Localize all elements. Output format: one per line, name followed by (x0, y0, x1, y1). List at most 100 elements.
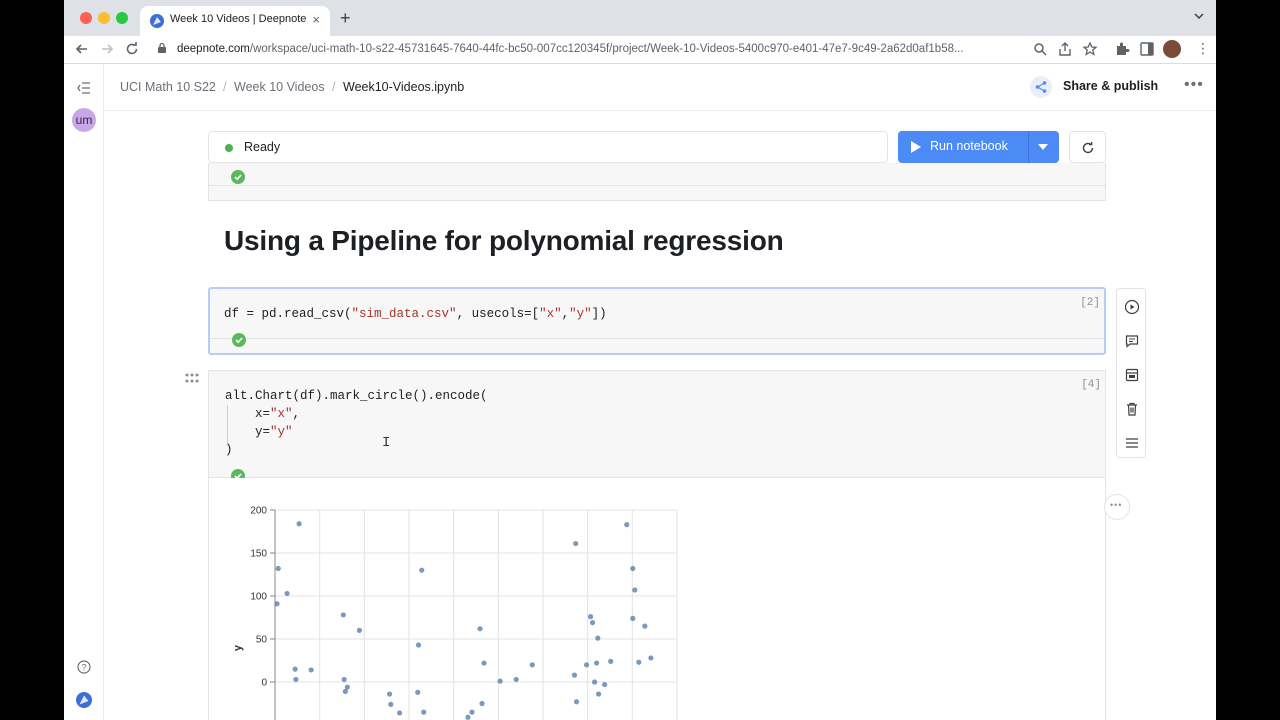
run-notebook-label: Run notebook (930, 139, 1008, 153)
scatter-point (497, 678, 503, 684)
drag-handle-icon[interactable] (184, 372, 200, 384)
scatter-point (388, 701, 394, 707)
y-tick-label: 200 (250, 506, 267, 517)
execution-count: [2] (1080, 297, 1100, 309)
scatter-point (595, 635, 601, 641)
scatter-point (356, 627, 363, 633)
notebook-header: UCI Math 10 S22 / Week 10 Videos / Week1… (104, 64, 1216, 111)
code-line: x="x", (225, 407, 301, 421)
close-window-button[interactable] (80, 12, 92, 24)
code-line: alt.Chart(df).mark_circle().encode( (225, 389, 488, 403)
scatter-point (513, 676, 519, 683)
previous-cell[interactable] (208, 163, 1107, 201)
scatter-point (630, 565, 636, 572)
scatter-point (624, 522, 630, 528)
breadcrumb-project[interactable]: Week 10 Videos (234, 80, 325, 94)
scatter-point (275, 565, 281, 572)
scatter-point (469, 709, 475, 715)
collapse-sidebar-icon[interactable] (77, 82, 91, 94)
scatter-point (296, 521, 302, 527)
breadcrumb-workspace[interactable]: UCI Math 10 S22 (120, 80, 216, 94)
app-view-icon[interactable] (1124, 367, 1140, 383)
code-line: y="y" (225, 425, 293, 439)
extensions-icon[interactable] (1114, 41, 1130, 57)
new-tab-button[interactable]: + (340, 9, 351, 27)
play-icon (911, 141, 921, 153)
run-cell-icon[interactable] (1124, 299, 1140, 315)
scatter-point (274, 601, 280, 607)
url-path: /workspace/uci-math-10-s22-45731645-7640… (249, 43, 964, 55)
scatter-point (341, 676, 347, 683)
scatter-point (308, 667, 314, 673)
status-indicator-dot (225, 144, 233, 152)
share-page-icon[interactable] (1057, 41, 1073, 57)
comment-icon[interactable] (1124, 333, 1140, 349)
code-cell-selected[interactable]: df = pd.read_csv("sim_data.csv", usecols… (208, 287, 1106, 355)
deepnote-home-logo-icon[interactable] (76, 692, 92, 708)
text-cursor: I (382, 435, 391, 451)
delete-cell-icon[interactable] (1124, 401, 1140, 417)
side-panel-icon[interactable] (1139, 41, 1155, 57)
scatter-point (479, 700, 485, 707)
help-icon[interactable]: ? (77, 660, 91, 674)
y-tick-label: 50 (256, 635, 268, 646)
output-options-button[interactable]: ••• (1104, 494, 1130, 520)
code-line: ) (225, 443, 233, 457)
browser-tab-bar: Week 10 Videos | Deepnote × + (64, 0, 1216, 36)
code-editor[interactable]: alt.Chart(df).mark_circle().encode( x="x… (209, 371, 1105, 483)
scatter-point (477, 626, 483, 632)
run-notebook-button[interactable]: Run notebook (898, 131, 1059, 163)
scatter-point (293, 676, 299, 683)
scatter-point (344, 684, 350, 690)
restart-kernel-button[interactable] (1069, 131, 1106, 163)
cell-output: 200150100500-50y (209, 478, 1105, 720)
y-tick-label: 150 (250, 549, 267, 560)
tab-title: Week 10 Videos | Deepnote (170, 13, 307, 25)
scatter-point (608, 658, 614, 664)
browser-toolbar: deepnote.com/workspace/uci-math-10-s22-4… (64, 36, 1216, 64)
lock-icon[interactable] (156, 42, 168, 54)
maximize-window-button[interactable] (116, 12, 128, 24)
back-icon[interactable] (74, 41, 90, 57)
reload-icon[interactable] (124, 41, 140, 57)
cell-menu-icon[interactable] (1124, 435, 1140, 451)
minimize-window-button[interactable] (98, 12, 110, 24)
browser-tab-active[interactable]: Week 10 Videos | Deepnote × (140, 6, 330, 36)
markdown-heading: Using a Pipeline for polynomial regressi… (224, 225, 784, 256)
scatter-point (481, 660, 487, 666)
tab-close-icon[interactable]: × (312, 12, 320, 27)
scatter-point (596, 691, 602, 697)
tab-search-chevron-icon[interactable] (1194, 11, 1204, 21)
scatter-point (642, 623, 648, 629)
run-options-chevron-icon[interactable] (1038, 144, 1048, 150)
forward-icon[interactable] (99, 41, 115, 57)
scatter-point (573, 540, 579, 547)
bookmark-star-icon[interactable] (1082, 41, 1098, 57)
address-bar[interactable]: deepnote.com/workspace/uci-math-10-s22-4… (177, 38, 1077, 60)
scatter-point (602, 681, 608, 688)
code-editor[interactable]: df = pd.read_csv("sim_data.csv", usecols… (210, 289, 1104, 339)
execution-count: [4] (1081, 379, 1101, 391)
share-publish-label: Share & publish (1063, 79, 1159, 93)
user-avatar[interactable]: um (72, 108, 96, 132)
browser-menu-icon[interactable]: ⋮ (1196, 39, 1210, 57)
scatter-point (415, 642, 422, 648)
kernel-status-bar: Ready (208, 131, 888, 163)
cell-actions-toolbar (1116, 288, 1146, 458)
code-cell[interactable]: alt.Chart(df).mark_circle().encode( x="x… (208, 370, 1106, 720)
share-publish-button[interactable]: Share & publish (1030, 76, 1166, 98)
scatter-point (397, 710, 403, 716)
scatter-point (632, 587, 638, 593)
breadcrumb-separator: / (223, 80, 227, 94)
scatter-point (419, 567, 425, 573)
y-tick-label: 0 (261, 678, 267, 689)
profile-avatar[interactable] (1163, 40, 1181, 58)
scatter-point (292, 666, 298, 672)
scatter-point (587, 614, 594, 620)
more-options-icon[interactable]: ••• (1184, 76, 1204, 94)
breadcrumb-notebook[interactable]: Week10-Videos.ipynb (343, 80, 464, 94)
svg-text:?: ? (81, 663, 86, 673)
scatter-point (591, 679, 598, 685)
zoom-icon[interactable] (1032, 41, 1048, 57)
scatter-point (594, 660, 600, 666)
